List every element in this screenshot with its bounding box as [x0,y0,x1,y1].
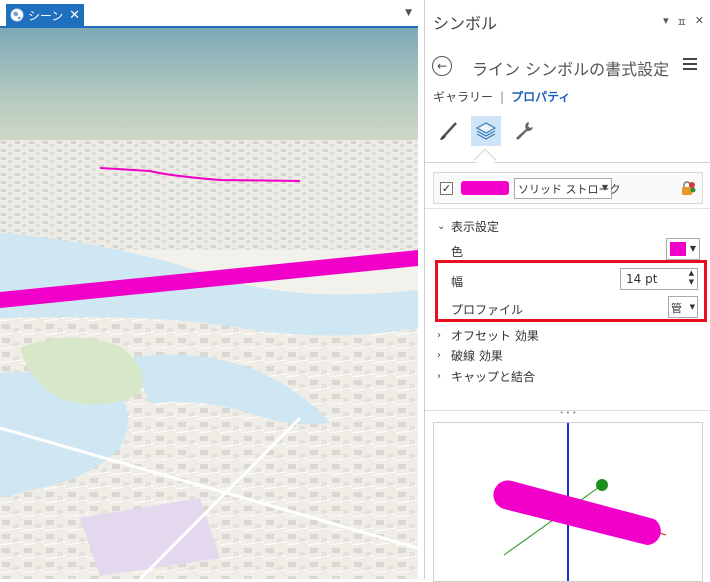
chevron-down-icon: ▼ [689,244,696,253]
sky [0,28,418,158]
width-label: 幅 [451,275,464,289]
width-input[interactable]: 14 pt ▲ ▼ [620,268,698,290]
spinner-icon[interactable]: ▲ ▼ [689,269,694,287]
chevron-down-icon: ▼ [601,183,608,192]
section-dash-label: 破線 効果 [451,349,503,363]
section-offset-label: オフセット 効果 [451,329,539,343]
layer-type-select[interactable]: ソリッド ストローク ▼ [514,178,621,199]
section-caps-label: キャップと結合 [451,370,536,384]
layer-visibility-checkbox[interactable]: ✓ [440,182,453,195]
wrench-icon [516,122,533,140]
symbol-layer-row[interactable]: ✓ ソリッド ストローク ▼ [433,172,703,204]
section-appearance[interactable]: ⌄ 表示設定 [437,218,499,235]
profile-label: プロファイル [451,303,524,317]
pin-icon[interactable]: ㅍ [677,14,687,30]
chevron-down-icon[interactable]: ▾ [663,14,669,30]
preview-tube [493,480,661,545]
layers-icon [475,122,497,140]
symbol-pane: シンボル ▾ ㅍ ✕ ← ライン シンボルの書式設定 ギャラリー | プロパティ [424,0,710,582]
tab-symbol[interactable] [433,116,463,146]
color-swatch [670,242,686,256]
profile-value: 管 [671,302,682,315]
tab-gallery[interactable]: ギャラリー [433,88,493,105]
layer-color-swatch [461,181,509,195]
color-label: 色 [451,245,464,259]
width-value: 14 pt [626,272,658,286]
paintbrush-icon [440,122,457,140]
section-dash[interactable]: › 破線 効果 [437,347,503,364]
icon-tabs [433,116,539,146]
tab-layers[interactable] [471,116,501,146]
scene-pane: シーン ✕ ▼ [0,0,418,579]
chevron-right-icon: › [437,350,441,361]
menu-icon[interactable] [683,58,697,70]
chevron-down-icon[interactable]: ▼ [405,8,412,18]
pane-tools: ▾ ㅍ ✕ [663,14,704,30]
tab-scene-label: シーン [28,8,64,23]
heading-row: ← ライン シンボルの書式設定 [425,52,710,80]
axis-y-handle[interactable] [596,479,608,491]
city-distant [0,140,418,250]
tab-structure[interactable] [509,116,539,146]
globe-icon [10,8,24,22]
scene-3d-view[interactable] [0,28,418,579]
subtabs: ギャラリー | プロパティ [433,88,570,105]
tab-indicator [473,148,497,172]
profile-select[interactable]: 管 ▼ [668,296,698,318]
section-caps[interactable]: › キャップと結合 [437,368,535,385]
chevron-right-icon: › [437,330,441,341]
close-icon[interactable]: ✕ [69,9,80,22]
section-appearance-label: 表示設定 [451,220,500,234]
back-button[interactable]: ← [432,56,452,76]
pane-titlebar: シンボル ▾ ㅍ ✕ [425,0,710,40]
scene-tab-bar: シーン ✕ ▼ [0,0,418,28]
divider [425,208,710,209]
symbol-preview[interactable] [433,422,703,582]
divider [425,162,710,163]
section-offset[interactable]: › オフセット 効果 [437,327,539,344]
pane-title: シンボル [433,14,498,33]
tab-separator: | [500,89,505,104]
chevron-down-icon: ⌄ [437,221,446,232]
lock-color-icon[interactable] [680,180,696,196]
chevron-right-icon: › [437,371,441,382]
chevron-down-icon: ▼ [689,303,695,311]
preview-3d-view [493,423,667,581]
tab-scene[interactable]: シーン ✕ [6,4,84,26]
close-icon[interactable]: ✕ [695,14,704,30]
preview-splitter[interactable]: • • • [425,410,710,417]
pane-heading: ライン シンボルの書式設定 [472,60,670,79]
color-picker[interactable]: ▼ [666,238,700,260]
tab-properties[interactable]: プロパティ [511,88,570,105]
arrow-left-icon: ← [436,59,448,73]
